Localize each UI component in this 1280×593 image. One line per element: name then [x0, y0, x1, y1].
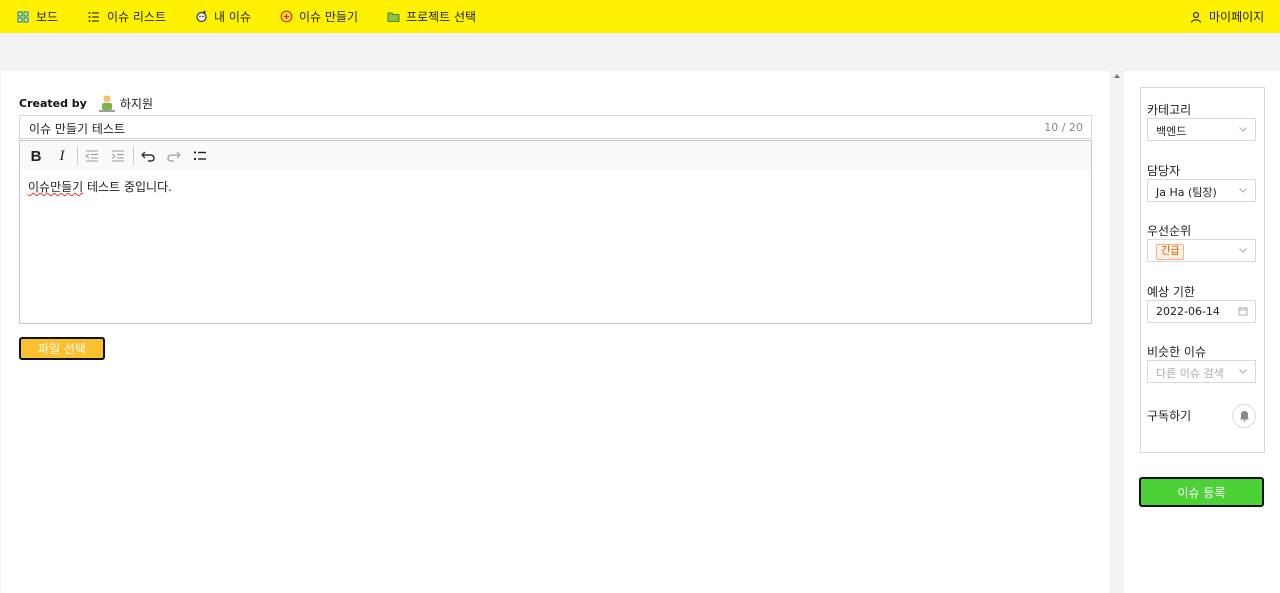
assignee-label: 담당자: [1147, 164, 1181, 178]
bold-button[interactable]: B: [25, 145, 47, 167]
category-select[interactable]: 백엔드: [1147, 118, 1256, 141]
editor-text-rest: 테스트 중입니다.: [83, 180, 172, 194]
nav-issue-list-label: 이슈 리스트: [107, 10, 167, 24]
nav-issue-list[interactable]: 이슈 리스트: [87, 0, 166, 33]
folder-icon: [386, 10, 400, 24]
undo-icon: [141, 151, 155, 162]
header-spacer: [0, 33, 1280, 71]
title-input[interactable]: 이슈 만들기 테스트 10 / 20: [19, 115, 1092, 139]
nav-create-issue-label: 이슈 만들기: [299, 10, 359, 24]
bullet-list-icon: [194, 151, 206, 160]
similar-issue-label: 비슷한 이슈: [1147, 345, 1207, 359]
scroll-up-arrow-icon[interactable]: [1114, 74, 1120, 78]
bell-icon: [1239, 411, 1249, 422]
submit-issue-button[interactable]: 이슈 등록: [1139, 477, 1264, 507]
toolbar-divider: [133, 146, 134, 165]
undo-button[interactable]: [137, 145, 159, 167]
top-nav: 보드 이슈 리스트 내 이슈 이슈 만들기 프로젝트 선택 마이페이지: [0, 0, 1280, 33]
outdent-button[interactable]: [81, 145, 103, 167]
chevron-down-icon: [1239, 188, 1247, 193]
similar-issue-search[interactable]: 다른 이슈 검색: [1147, 360, 1256, 383]
created-by-label: Created by: [19, 96, 87, 110]
grid-icon: [16, 10, 30, 24]
priority-label: 우선순위: [1147, 224, 1192, 238]
misspelled-word: 이슈만들기: [28, 180, 84, 194]
nav-board-label: 보드: [36, 10, 59, 24]
nav-select-project-label: 프로젝트 선택: [406, 10, 477, 24]
priority-select[interactable]: 긴급: [1147, 239, 1256, 262]
chevron-down-icon: [1239, 248, 1247, 253]
toolbar-divider: [77, 146, 78, 165]
user-issue-icon: [194, 10, 208, 24]
priority-tag: 긴급: [1156, 244, 1185, 260]
nav-create-issue[interactable]: 이슈 만들기: [279, 0, 358, 33]
created-by-row: Created by 하지원: [19, 93, 153, 113]
title-char-count: 10 / 20: [1044, 121, 1083, 134]
indent-icon: [111, 150, 124, 162]
italic-button[interactable]: I: [51, 145, 73, 167]
assignee-select[interactable]: Ja Ha (팀장): [1147, 179, 1256, 202]
editor-toolbar: B I: [19, 140, 1092, 171]
title-input-value: 이슈 만들기 테스트: [29, 122, 125, 136]
indent-button[interactable]: [107, 145, 129, 167]
calendar-icon: [1238, 307, 1248, 316]
outdent-icon: [85, 150, 98, 162]
due-date-value: 2022-06-14: [1156, 305, 1220, 318]
chevron-down-icon: [1239, 127, 1247, 132]
due-date-picker[interactable]: 2022-06-14: [1147, 300, 1256, 323]
nav-my-issue[interactable]: 내 이슈: [194, 0, 251, 33]
editor-content[interactable]: 이슈만들기 테스트 중입니다.: [19, 170, 1092, 324]
user-icon: [1189, 10, 1203, 24]
subscribe-button[interactable]: [1232, 404, 1256, 428]
chevron-down-icon: [1239, 369, 1247, 374]
issue-settings-panel: 카테고리 백엔드 담당자 Ja Ha (팀장) 우선순위 긴급 예상 기한 20…: [1140, 87, 1265, 453]
nav-select-project[interactable]: 프로젝트 선택: [386, 0, 476, 33]
nav-board[interactable]: 보드: [16, 0, 58, 33]
redo-icon: [167, 151, 181, 162]
italic-icon: I: [59, 147, 65, 164]
bold-icon: B: [30, 147, 42, 165]
avatar: [97, 93, 117, 113]
nav-mypage[interactable]: 마이페이지: [1189, 0, 1264, 33]
nav-mypage-label: 마이페이지: [1209, 10, 1265, 24]
assignee-value: Ja Ha (팀장): [1156, 186, 1217, 199]
plus-circle-icon: [279, 10, 293, 24]
bullet-list-button[interactable]: [189, 145, 211, 167]
redo-button[interactable]: [163, 145, 185, 167]
creator-name: 하지원: [119, 96, 153, 111]
category-value: 백엔드: [1156, 125, 1187, 138]
category-label: 카테고리: [1147, 103, 1192, 117]
list-icon: [87, 10, 101, 24]
scrollbar[interactable]: [1111, 71, 1123, 593]
nav-my-issue-label: 내 이슈: [214, 10, 251, 24]
due-date-label: 예상 기한: [1147, 285, 1195, 299]
similar-issue-placeholder: 다른 이슈 검색: [1156, 367, 1224, 380]
file-select-button[interactable]: 파일 선택: [19, 337, 105, 360]
subscribe-label: 구독하기: [1147, 409, 1192, 423]
editor-text: 이슈만들기 테스트 중입니다.: [28, 178, 172, 195]
